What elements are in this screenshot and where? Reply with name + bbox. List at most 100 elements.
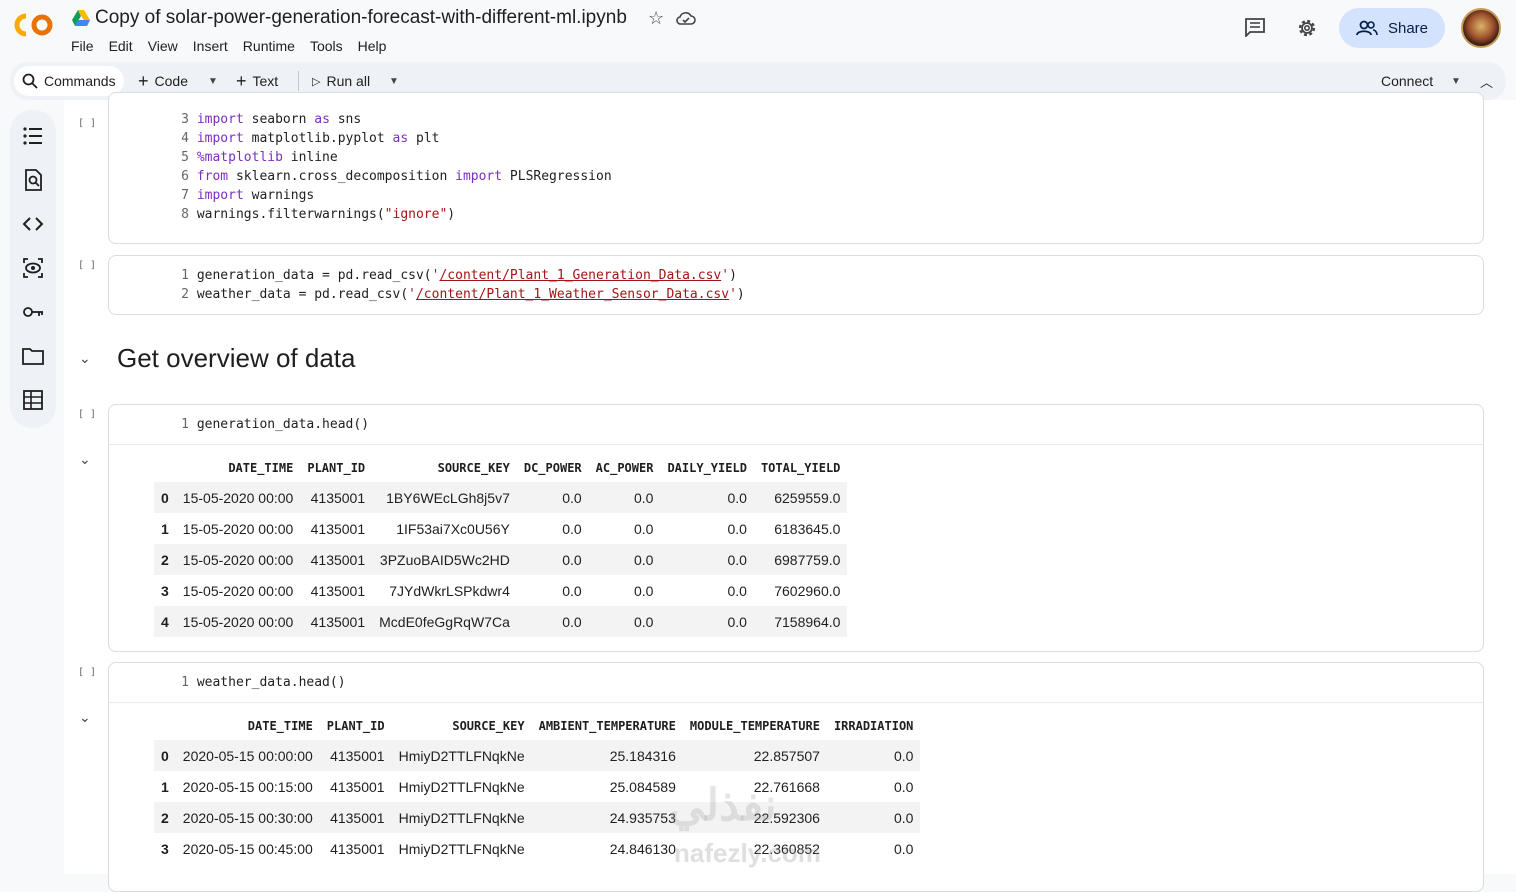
column-header [154, 712, 176, 740]
code-cell-weather-head[interactable]: 1 weather_data.head() DATE_TIME PLANT_ID S… [108, 662, 1484, 892]
run-cell-button[interactable]: [ ] [78, 118, 96, 129]
table-cell: 1BY6WEcLGh8j5v7 [372, 482, 517, 513]
column-header: DATE_TIME [228, 461, 294, 475]
code-token: ) [729, 268, 737, 283]
generation-dataframe: DATE_TIME PLANT_ID SOURCE_KEY DC_POWER AC_PO… [154, 454, 848, 637]
colab-logo-icon[interactable] [12, 10, 56, 40]
menu-insert[interactable]: Insert [193, 38, 228, 54]
table-cell: 22.857507 [682, 740, 827, 771]
table-cell: 7158964.0 [753, 606, 848, 637]
table-cell: 22.360852 [753, 840, 820, 857]
table-cell: 0.0 [893, 778, 914, 795]
top-bar: Copy of solar-power-generation-forecast-… [0, 0, 1516, 60]
table-header-row: DATE_TIME PLANT_ID SOURCE_KEY AMBIENT_TEMPE… [154, 712, 920, 740]
table-row: 2 2020-05-15 00:30:00 4135001 HmiyD2TTLFNqk… [154, 802, 921, 833]
code-token: import [196, 131, 244, 146]
table-cell: 4135001 [319, 802, 392, 833]
key-icon[interactable] [22, 301, 44, 323]
output-divider [109, 444, 1483, 445]
line-number: 1 [181, 675, 189, 690]
code-line: 5 %matplotlib inline [175, 148, 612, 167]
code-line: 6 from sklearn.cross_decomposition impor… [175, 167, 612, 186]
folder-icon[interactable] [22, 345, 44, 367]
code-cell-generation-head[interactable]: 1 generation_data.head() DATE_TIME PLANT_… [108, 404, 1484, 652]
chevron-down-icon[interactable]: ⌄ [79, 709, 91, 726]
table-cell: 0.0 [826, 802, 921, 833]
table-cell: 15-05-2020 00:00 [175, 544, 301, 575]
code-token: /content/Plant_1_Generation_Data.csv [439, 268, 722, 283]
code-editor[interactable]: 1 generation_data.head() [175, 415, 369, 434]
table-cell: 6183645.0 [774, 520, 841, 537]
commands-label: Commands [44, 73, 116, 89]
variables-inspector-icon[interactable] [22, 257, 44, 279]
table-cell: 15-05-2020 00:00 [182, 582, 294, 599]
notebook-title[interactable]: Copy of solar-power-generation-forecast-… [95, 7, 627, 29]
table-cell: 0.0 [893, 840, 914, 857]
menu-runtime[interactable]: Runtime [243, 38, 295, 54]
row-index: 2 [154, 544, 176, 575]
table-cell: 2020-05-15 00:30:00 [175, 802, 320, 833]
code-editor[interactable]: 1 generation_data = pd.read_csv('/conten… [175, 266, 745, 304]
code-editor[interactable]: 1 weather_data.head() [175, 673, 346, 692]
column-header: SOURCE_KEY [437, 461, 510, 475]
play-icon: ▷ [312, 75, 321, 88]
code-token: ' [721, 268, 730, 283]
row-index: 1 [161, 520, 169, 537]
menu-file[interactable]: File [71, 38, 94, 54]
run-cell-button[interactable]: [ ] [78, 260, 96, 271]
gear-icon[interactable] [1296, 17, 1318, 39]
line-number: 2 [181, 287, 189, 302]
code-token: warnings.filterwarnings( [196, 207, 385, 222]
share-label: Share [1387, 19, 1429, 37]
column-header [154, 454, 176, 482]
row-index: 3 [161, 840, 169, 857]
code-line: generation_data.head() [196, 417, 370, 432]
code-snippets-icon[interactable] [22, 213, 44, 235]
menu-help[interactable]: Help [358, 38, 387, 54]
table-cell: 25.184316 [531, 740, 683, 771]
commands-button[interactable]: Commands [14, 66, 124, 96]
code-token: matplotlib.pyplot [243, 131, 393, 146]
code-editor[interactable]: 3 import seaborn as sns 4 import matplotl… [175, 110, 612, 224]
menu-bar: File Edit View Insert Runtime Tools Help [71, 38, 401, 54]
code-token: weather_data = pd.read_csv( [196, 287, 409, 302]
menu-tools[interactable]: Tools [310, 38, 343, 54]
table-of-contents-icon[interactable] [22, 125, 44, 147]
menu-edit[interactable]: Edit [109, 38, 133, 54]
menu-view[interactable]: View [148, 38, 178, 54]
row-index: 4 [154, 606, 176, 637]
code-line: weather_data.head() [196, 675, 346, 690]
table-row: 4 15-05-2020 00:00 4135001 McdE0feGgRqW7Ca 0… [154, 606, 848, 637]
table-cell: 0.0 [562, 520, 582, 537]
code-cell-read-csv[interactable]: 1 generation_data = pd.read_csv('/conten… [108, 255, 1484, 315]
cloud-saved-icon[interactable] [676, 10, 696, 26]
run-cell-button[interactable]: [ ] [78, 409, 96, 420]
column-header: DC_POWER [523, 461, 582, 475]
table-cell: 1IF53ai7Xc0U56Y [396, 520, 510, 537]
code-token: PLSRegression [502, 169, 612, 184]
toolbar-divider [298, 71, 299, 91]
chevron-down-icon[interactable]: ⌄ [79, 451, 91, 468]
table-cell: 24.846130 [609, 840, 676, 857]
code-token: from [196, 169, 229, 184]
table-cell: HmiyD2TTLFNqkNe [398, 778, 525, 795]
share-button[interactable]: Share [1339, 8, 1445, 48]
code-cell-imports[interactable]: 3 import seaborn as sns 4 import matplotl… [108, 92, 1484, 244]
column-header: PLANT_ID [307, 461, 366, 475]
comments-icon[interactable] [1244, 17, 1266, 37]
data-table-icon[interactable] [22, 389, 44, 411]
star-icon[interactable]: ☆ [648, 8, 664, 29]
find-icon[interactable] [22, 169, 44, 191]
column-header: TOTAL_YIELD [760, 461, 841, 475]
google-drive-icon [72, 10, 90, 26]
caret-down-icon: ▼ [1451, 75, 1461, 87]
table-cell: 4135001 [300, 606, 373, 637]
user-avatar[interactable] [1461, 8, 1501, 48]
table-cell: 25.084589 [609, 778, 676, 795]
run-cell-button[interactable]: [ ] [78, 667, 96, 678]
table-cell: 0.0 [588, 482, 661, 513]
code-line: 2 weather_data = pd.read_csv('/content/P… [175, 285, 745, 304]
plus-icon: + [236, 70, 247, 91]
table-cell: 4135001 [310, 582, 366, 599]
chevron-down-icon[interactable]: ⌄ [79, 350, 91, 367]
